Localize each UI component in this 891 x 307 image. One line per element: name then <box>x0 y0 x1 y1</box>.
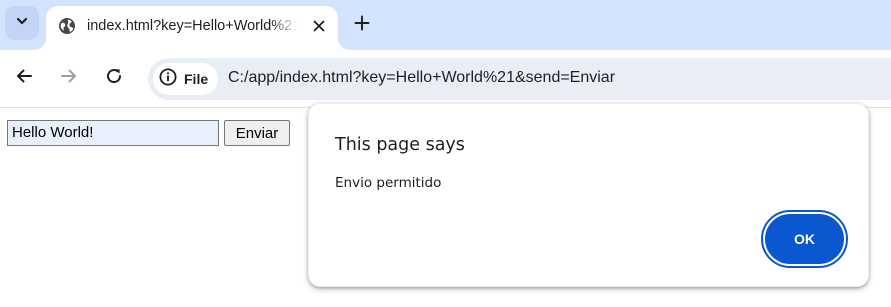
toolbar: File C:/app/index.html?key=Hello+World%2… <box>0 50 891 108</box>
plus-icon <box>354 15 370 36</box>
active-tab[interactable]: index.html?key=Hello+World%21&send=Envia… <box>46 6 338 50</box>
arrow-right-icon <box>60 67 78 90</box>
close-icon[interactable] <box>308 15 330 37</box>
arrow-left-icon <box>15 67 33 90</box>
tab-title: index.html?key=Hello+World%21&send=Envia… <box>87 18 297 34</box>
dialog-message: Envio permitido <box>335 175 442 191</box>
forward-button[interactable] <box>56 65 82 91</box>
chevron-down-icon <box>15 14 29 33</box>
url-text[interactable]: C:/app/index.html?key=Hello+World%21&sen… <box>228 69 615 87</box>
browser-window: index.html?key=Hello+World%21&send=Envia… <box>0 0 891 307</box>
globe-icon <box>58 17 76 35</box>
back-button[interactable] <box>11 65 37 91</box>
address-bar[interactable]: File C:/app/index.html?key=Hello+World%2… <box>148 58 891 100</box>
new-tab-button[interactable] <box>349 12 375 38</box>
tab-strip: index.html?key=Hello+World%21&send=Envia… <box>0 0 891 50</box>
alert-dialog: This page says Envio permitido OK <box>308 103 869 287</box>
site-info-chip[interactable]: File <box>153 63 219 95</box>
tab-search-button[interactable] <box>5 6 39 40</box>
reload-button[interactable] <box>101 65 127 91</box>
reload-icon <box>105 67 123 90</box>
info-icon <box>159 68 177 91</box>
send-button[interactable]: Enviar <box>224 120 290 146</box>
key-input[interactable]: Hello World! <box>7 120 219 146</box>
site-chip-label: File <box>184 71 209 87</box>
ok-button[interactable]: OK <box>765 214 844 264</box>
dialog-title: This page says <box>335 135 465 155</box>
